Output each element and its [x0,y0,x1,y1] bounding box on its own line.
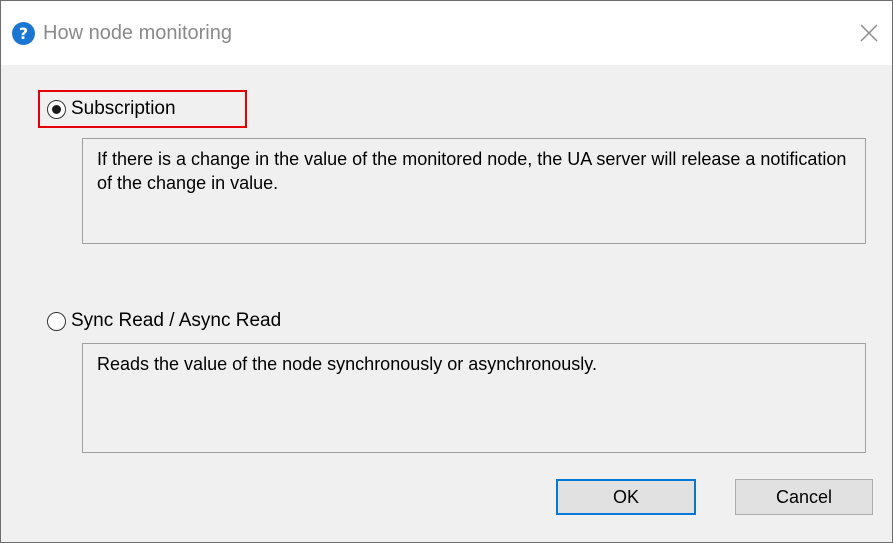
subscription-description: If there is a change in the value of the… [82,138,866,244]
sync-read-radio-button[interactable] [47,311,66,331]
ok-button[interactable]: OK [556,479,696,515]
close-button[interactable] [851,15,887,51]
sync-read-label: Sync Read / Async Read [71,310,282,331]
window-title: How node monitoring [43,22,232,44]
sync-read-description-text: Reads the value of the node synchronousl… [97,354,597,374]
title-bar: ? How node monitoring [1,1,892,65]
sync-read-radio-option[interactable]: Sync Read / Async Read [47,306,281,336]
node-monitoring-dialog: ? How node monitoring Subscription If th… [0,0,893,543]
subscription-description-text: If there is a change in the value of the… [97,149,847,193]
close-icon [860,24,878,42]
question-icon: ? [12,22,35,45]
sync-read-description: Reads the value of the node synchronousl… [82,343,866,453]
highlight-box [38,90,247,128]
cancel-button[interactable]: Cancel [735,479,873,515]
